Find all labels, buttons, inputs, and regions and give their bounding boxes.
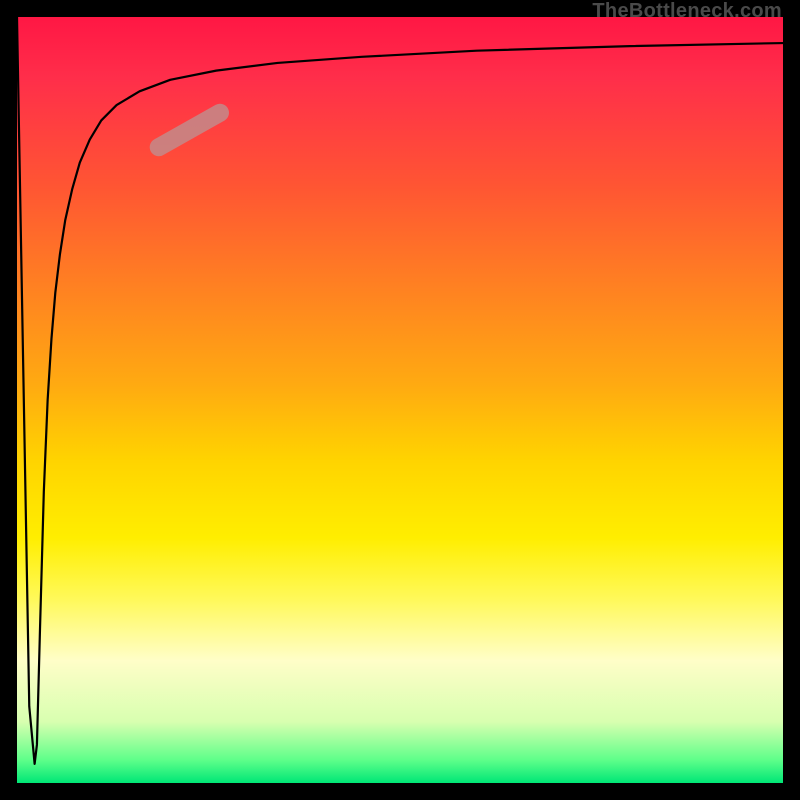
watermark-text: TheBottleneck.com bbox=[592, 0, 782, 23]
chart-svg bbox=[17, 17, 783, 783]
bottleneck-curve bbox=[17, 17, 783, 764]
highlight-marker bbox=[159, 113, 220, 147]
chart-container: TheBottleneck.com bbox=[0, 0, 800, 800]
